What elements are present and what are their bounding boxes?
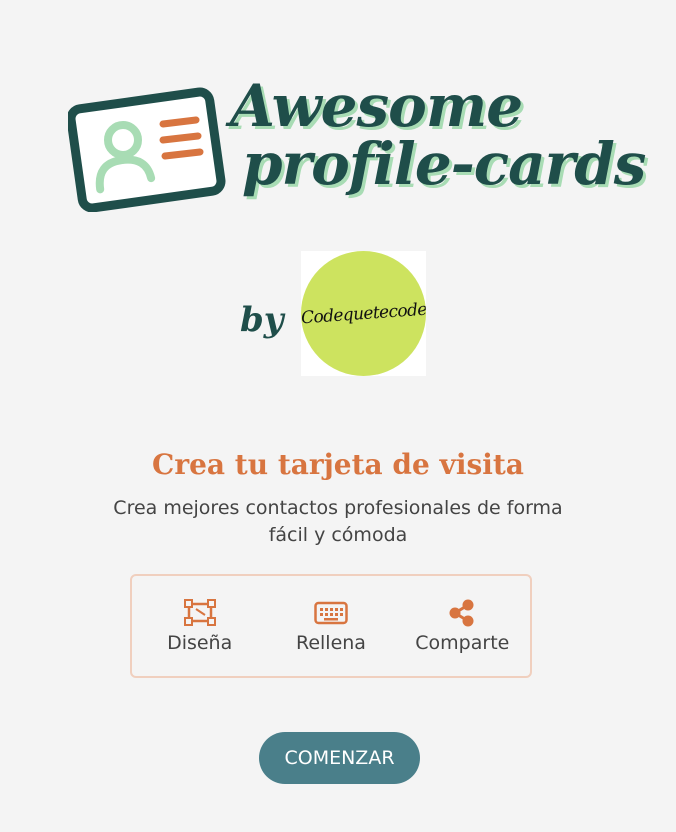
id-card-icon xyxy=(68,87,226,212)
author-badge: Codequetecode xyxy=(301,251,426,376)
author-avatar[interactable]: Codequetecode xyxy=(301,251,426,376)
steps-panel: Diseña Rellena Comparte xyxy=(130,574,532,678)
design-crop-icon xyxy=(183,598,217,628)
step-design: Diseña xyxy=(135,598,265,654)
step-design-label: Diseña xyxy=(167,632,233,654)
author-name: Codequetecode xyxy=(301,299,426,328)
keyboard-icon xyxy=(314,598,348,628)
share-icon xyxy=(445,598,479,628)
page-title: Crea tu tarjeta de visita xyxy=(152,448,524,481)
step-fill-label: Rellena xyxy=(295,632,366,654)
app-logo: Awesome profile-cards xyxy=(68,72,646,224)
logo-line-profile-cards: profile-cards xyxy=(242,130,646,198)
step-share: Comparte xyxy=(397,598,527,654)
step-share-label: Comparte xyxy=(415,632,510,654)
page-subtitle: Crea mejores contactos profesionales de … xyxy=(113,497,563,546)
step-fill: Rellena xyxy=(266,598,396,654)
logo-wordmark: Awesome profile-cards xyxy=(226,72,646,224)
landing-page: Awesome profile-cards by Codequetecode C… xyxy=(0,0,676,832)
by-label: by xyxy=(240,300,284,340)
start-button[interactable]: COMENZAR xyxy=(259,732,420,784)
